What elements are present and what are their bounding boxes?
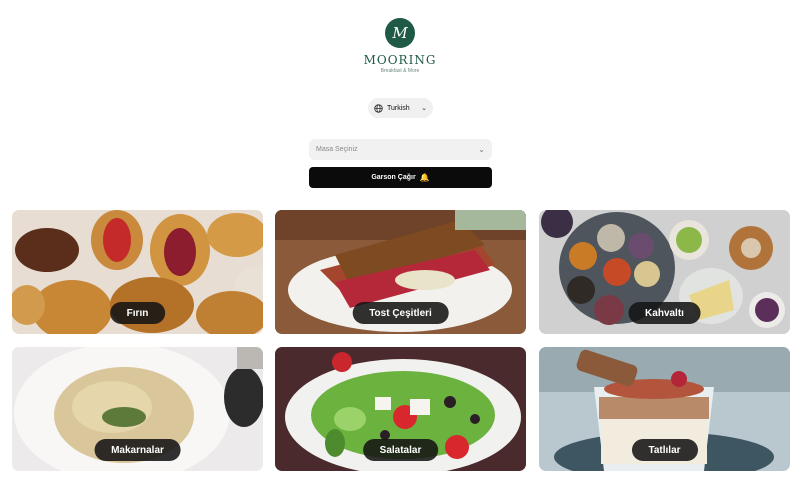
category-card-tatlilar[interactable]: Tatlılar [539, 347, 790, 471]
category-card-makarnalar[interactable]: Makarnalar [12, 347, 263, 471]
category-card-tost[interactable]: Tost Çeşitleri [275, 210, 526, 334]
category-label: Salatalar [362, 439, 439, 461]
brand-logo: M MOORING Breakfast & More [360, 18, 440, 74]
category-card-kahvalti[interactable]: Kahvaltı [539, 210, 790, 334]
category-label: Tost Çeşitleri [352, 302, 449, 324]
bell-icon: 🔔 [419, 173, 430, 182]
call-waiter-button[interactable]: Garson Çağır 🔔 [309, 167, 492, 188]
category-label: Kahvaltı [628, 302, 701, 324]
call-waiter-label: Garson Çağır [371, 174, 416, 181]
logo-badge: M [385, 18, 415, 48]
category-label: Tatlılar [631, 439, 698, 461]
category-card-salatalar[interactable]: Salatalar [275, 347, 526, 471]
menu-home: M MOORING Breakfast & More Turkish ⌄ Mas… [0, 0, 800, 479]
brand-tagline: Breakfast & More [380, 68, 420, 74]
language-label: Turkish [387, 104, 410, 112]
chevron-down-icon: ⌄ [478, 145, 485, 154]
table-select-placeholder: Masa Seçiniz [316, 146, 358, 153]
table-select[interactable]: Masa Seçiniz ⌄ [309, 139, 492, 160]
language-selector[interactable]: Turkish ⌄ [368, 98, 433, 118]
globe-icon [374, 103, 383, 113]
category-card-firin[interactable]: Fırın [12, 210, 263, 334]
category-label: Makarnalar [94, 439, 181, 461]
brand-name: MOORING [363, 53, 437, 67]
category-label: Fırın [109, 302, 166, 324]
chevron-down-icon: ⌄ [421, 105, 427, 112]
